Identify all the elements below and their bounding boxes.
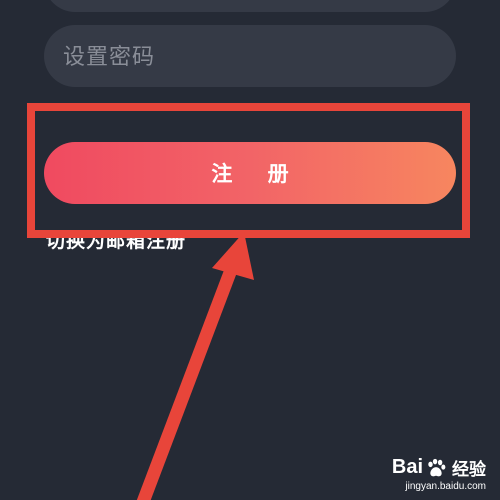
switch-to-email-link[interactable]: 切换为邮箱注册	[46, 226, 186, 253]
watermark-brand-left: Bai	[391, 456, 423, 478]
password-input[interactable]: 设置密码	[44, 25, 456, 87]
arrow-shaft	[136, 259, 241, 500]
previous-input-field[interactable]	[44, 0, 456, 12]
register-button[interactable]: 注 册	[44, 142, 456, 204]
watermark-brand: Bai 经验	[392, 455, 486, 480]
paw-icon	[428, 458, 446, 476]
watermark-site: jingyan.baidu.com	[405, 481, 486, 492]
password-placeholder: 设置密码	[63, 45, 156, 70]
watermark-brand-right: 经验	[452, 460, 486, 479]
arrow-head	[212, 232, 254, 280]
baidu-jingyan-watermark: Bai 经验 jingyan.baidu.com	[392, 455, 486, 492]
registration-screen: 设置密码 注 册 切换为邮箱注册 Bai 经验 jingyan.baidu.co…	[0, 0, 500, 500]
